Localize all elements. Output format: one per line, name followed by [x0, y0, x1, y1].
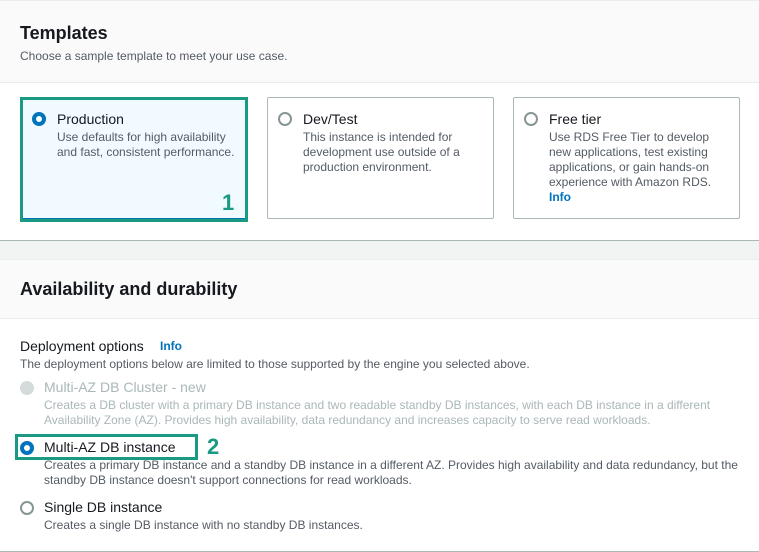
template-tile-dev-test[interactable]: Dev/Test This instance is intended for d…: [267, 97, 494, 219]
deployment-options-label: Deployment options: [20, 338, 144, 354]
radio-multi-az-cluster: [20, 381, 34, 395]
annotation-marker-2: 2: [207, 434, 220, 459]
templates-header: Templates Choose a sample template to me…: [0, 1, 759, 83]
templates-description: Choose a sample template to meet your us…: [20, 49, 288, 63]
radio-single-db-instance[interactable]: [20, 501, 34, 515]
templates-panel: Templates Choose a sample template to me…: [0, 0, 759, 241]
tile-description-production: Use defaults for high availability and f…: [57, 130, 235, 159]
availability-panel: Availability and durability Deployment o…: [0, 259, 759, 552]
annotation-marker-1: 1: [222, 190, 235, 215]
tile-description-free-tier: Use RDS Free Tier to develop new applica…: [549, 130, 712, 189]
radio-production[interactable]: [32, 112, 46, 126]
template-tile-free-tier[interactable]: Free tier Use RDS Free Tier to develop n…: [513, 97, 740, 219]
free-tier-info-link[interactable]: Info: [549, 190, 571, 204]
availability-title: Availability and durability: [20, 279, 238, 299]
tile-title-free-tier: Free tier: [549, 111, 602, 127]
option-multi-az-instance[interactable]: Multi-AZ DB instance Creates a primary D…: [20, 439, 740, 489]
deployment-info-link[interactable]: Info: [160, 339, 182, 353]
option-title-single-db-instance: Single DB instance: [44, 499, 163, 515]
templates-title: Templates: [20, 23, 108, 43]
option-description-multi-az-instance: Creates a primary DB instance and a stan…: [44, 458, 738, 487]
tile-description-dev-test: This instance is intended for developmen…: [303, 130, 460, 174]
radio-dev-test[interactable]: [278, 112, 292, 126]
availability-header: Availability and durability: [0, 260, 759, 319]
radio-multi-az-instance[interactable]: [20, 441, 34, 455]
radio-free-tier[interactable]: [524, 112, 538, 126]
option-multi-az-cluster: Multi-AZ DB Cluster - new Creates a DB c…: [20, 379, 740, 433]
option-description-single-db-instance: Creates a single DB instance with no sta…: [44, 518, 363, 532]
option-description-multi-az-cluster: Creates a DB cluster with a primary DB i…: [44, 398, 711, 427]
deployment-options-description: The deployment options below are limited…: [20, 357, 530, 371]
option-title-multi-az-cluster: Multi-AZ DB Cluster - new: [44, 379, 206, 395]
tile-title-production: Production: [57, 111, 124, 127]
option-single-db-instance[interactable]: Single DB instance Creates a single DB i…: [20, 499, 740, 535]
tile-title-dev-test: Dev/Test: [303, 111, 358, 127]
template-tile-production[interactable]: Production Use defaults for high availab…: [21, 97, 248, 219]
option-title-multi-az-instance: Multi-AZ DB instance: [44, 439, 176, 455]
